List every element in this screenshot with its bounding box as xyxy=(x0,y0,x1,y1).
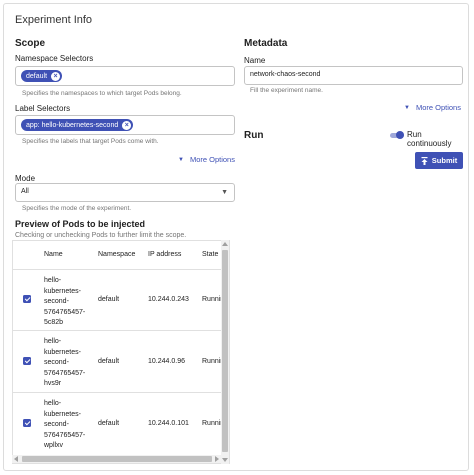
run-continuously-switch[interactable] xyxy=(390,131,404,139)
scroll-down-arrow-icon[interactable] xyxy=(222,458,228,462)
column-header-state[interactable]: State xyxy=(202,251,218,258)
namespace-chip-label: default xyxy=(26,72,48,80)
label-selectors-label: Label Selectors xyxy=(15,104,71,113)
submit-button[interactable]: Submit xyxy=(415,152,463,169)
card-title: Experiment Info xyxy=(15,14,93,26)
scope-more-options-label: More Options xyxy=(189,155,235,164)
scope-heading: Scope xyxy=(15,38,46,49)
mode-select[interactable]: All ▼ xyxy=(15,183,235,202)
column-header-namespace[interactable]: Namespace xyxy=(98,251,135,258)
label-chip[interactable]: app: hello-kubernetes-second × xyxy=(21,119,134,131)
scroll-up-arrow-icon[interactable] xyxy=(222,242,228,246)
chip-delete-icon[interactable]: × xyxy=(51,71,61,81)
pod-namespace: default xyxy=(98,296,120,303)
pod-name: hello-kubernetes-second- 5764765457- wpllx… xyxy=(44,400,86,449)
namespace-selectors-input[interactable]: default × xyxy=(15,66,235,86)
caret-down-icon: ▼ xyxy=(221,189,228,196)
pod-ip: 10.244.0.243 xyxy=(148,296,189,303)
chip-delete-icon[interactable]: × xyxy=(122,120,132,130)
scope-more-options-button[interactable]: ▼ More Options xyxy=(178,155,235,164)
publish-icon xyxy=(421,156,428,165)
scroll-right-arrow-icon[interactable] xyxy=(215,456,219,462)
experiment-name-input[interactable]: network-chaos-second xyxy=(244,66,463,85)
mode-helper: Specifies the mode of the experiment. xyxy=(22,205,132,212)
name-label: Name xyxy=(244,56,266,65)
run-continuously-label: Run continuously xyxy=(407,130,452,148)
namespace-selectors-label: Namespace Selectors xyxy=(15,54,94,63)
label-selectors-helper: Specifies the labels that target Pods co… xyxy=(22,138,159,145)
metadata-more-options-label: More Options xyxy=(415,103,461,112)
column-header-name[interactable]: Name xyxy=(44,251,63,258)
metadata-heading: Metadata xyxy=(244,38,288,49)
scrollbar-thumb[interactable] xyxy=(22,456,212,462)
pod-name: hello-kubernetes-second- 5764765457- 5c82b xyxy=(44,277,86,326)
scrollbar-thumb[interactable] xyxy=(222,250,228,452)
table-vertical-scrollbar[interactable] xyxy=(221,240,229,464)
pod-name: hello-kubernetes-second- 5764765457- hvs9r xyxy=(44,338,86,387)
run-heading: Run xyxy=(244,130,264,141)
row-checkbox[interactable] xyxy=(23,419,31,427)
scroll-left-arrow-icon[interactable] xyxy=(14,456,18,462)
pods-table: Name Namespace IP address State hello-ku… xyxy=(12,240,230,464)
row-checkbox[interactable] xyxy=(23,295,31,303)
caret-down-icon: ▼ xyxy=(404,104,410,111)
experiment-name-value: network-chaos-second xyxy=(250,71,321,78)
namespace-chip[interactable]: default × xyxy=(21,70,63,82)
preview-heading: Preview of Pods to be injected xyxy=(15,219,146,229)
mode-select-value: All xyxy=(21,188,29,195)
pod-namespace: default xyxy=(98,358,120,365)
label-selectors-input[interactable]: app: hello-kubernetes-second × xyxy=(15,115,235,135)
pod-ip: 10.244.0.101 xyxy=(148,420,189,427)
metadata-more-options-button[interactable]: ▼ More Options xyxy=(404,103,461,112)
name-helper: Fill the experiment name. xyxy=(250,87,323,94)
label-chip-label: app: hello-kubernetes-second xyxy=(26,121,119,129)
table-horizontal-scrollbar[interactable] xyxy=(12,455,221,463)
column-header-ip[interactable]: IP address xyxy=(148,251,181,258)
mode-label: Mode xyxy=(15,174,36,183)
preview-subtitle: Checking or unchecking Pods to further l… xyxy=(15,232,187,239)
caret-down-icon: ▼ xyxy=(178,156,184,163)
pod-namespace: default xyxy=(98,420,120,427)
namespace-helper: Specifies the namespaces to which target… xyxy=(22,90,182,97)
submit-label: Submit xyxy=(431,156,458,165)
row-checkbox[interactable] xyxy=(23,357,31,365)
pod-ip: 10.244.0.96 xyxy=(148,358,185,365)
